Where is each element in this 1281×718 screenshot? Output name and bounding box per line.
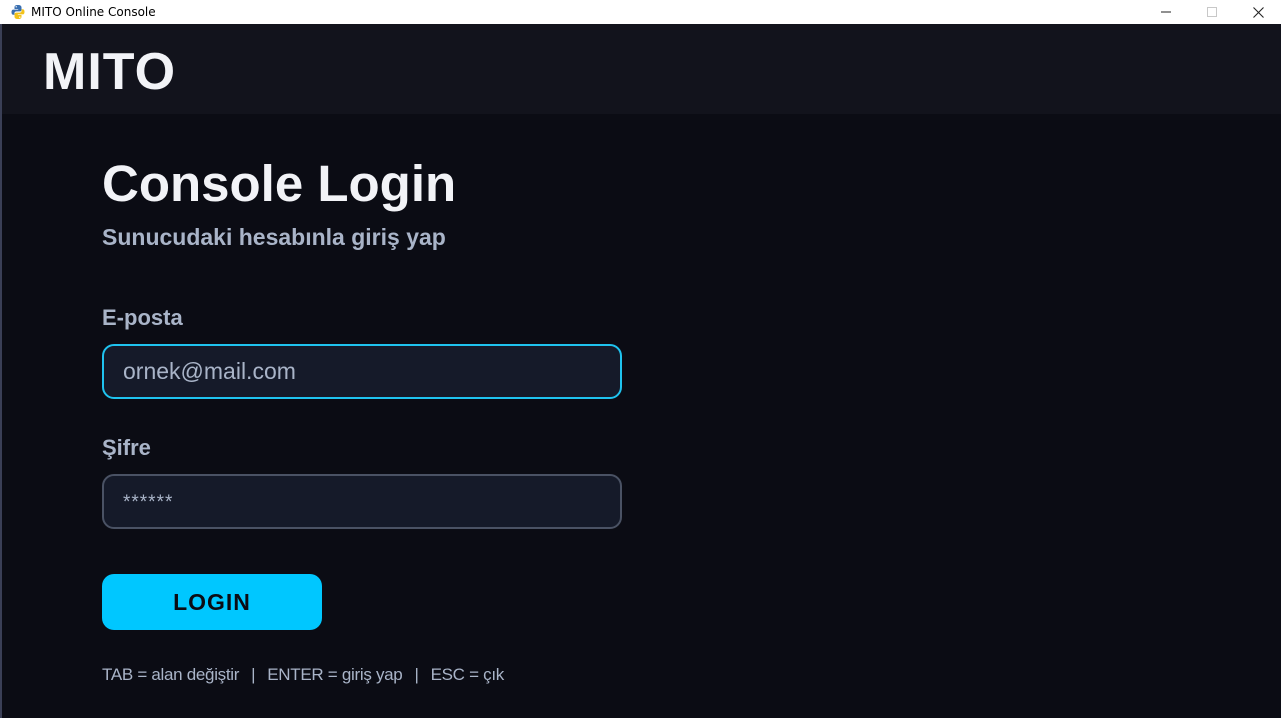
minimize-button[interactable]	[1143, 0, 1189, 24]
password-field[interactable]: ******	[102, 474, 622, 529]
login-button-label: LOGIN	[173, 588, 251, 615]
email-field[interactable]: ornek@mail.com	[102, 344, 622, 399]
hint-separator: |	[414, 665, 419, 684]
email-label: E-posta	[102, 305, 183, 330]
keyboard-hints: TAB = alan değiştir | ENTER = giriş yap | ES…	[102, 665, 504, 685]
hint-tab: TAB = alan değiştir	[102, 665, 240, 684]
close-button[interactable]	[1235, 0, 1281, 24]
page-title: Console Login	[102, 155, 457, 212]
app-header: MITO	[2, 24, 1281, 114]
close-icon	[1252, 6, 1264, 18]
page-subtitle: Sunucudaki hesabınla giriş yap	[102, 224, 446, 250]
maximize-icon	[1207, 7, 1217, 17]
password-value: ******	[123, 491, 174, 513]
password-label: Şifre	[102, 435, 151, 460]
email-value: ornek@mail.com	[123, 358, 296, 384]
python-icon	[11, 4, 25, 20]
hint-enter: ENTER = giriş yap	[267, 665, 403, 684]
window-controls	[1143, 0, 1281, 24]
maximize-button[interactable]	[1189, 0, 1235, 24]
window-title: MITO Online Console	[31, 5, 156, 19]
login-button[interactable]: LOGIN	[102, 574, 322, 630]
login-panel: Console Login Sunucudaki hesabınla giriş…	[2, 114, 1281, 718]
brand-logo: MITO	[43, 43, 177, 101]
window-titlebar: MITO Online Console	[0, 0, 1281, 24]
hint-esc: ESC = çık	[430, 665, 505, 684]
hint-separator: |	[251, 665, 256, 684]
minimize-icon	[1161, 11, 1171, 13]
